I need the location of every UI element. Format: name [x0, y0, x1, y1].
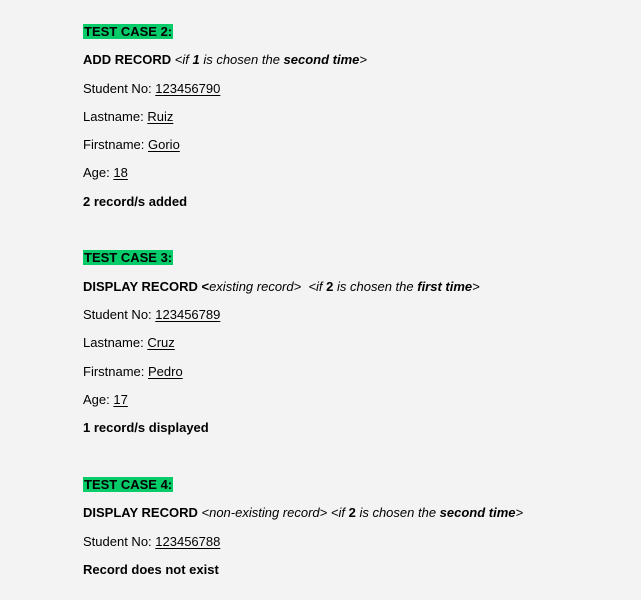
- field-value: Gorio: [148, 137, 180, 152]
- field-label: Lastname:: [83, 109, 148, 124]
- field-value: 123456790: [155, 81, 221, 96]
- result-message: 1 record/s displayed: [83, 420, 209, 435]
- test-case-title: TEST CASE 4:: [83, 477, 174, 492]
- result-message: 2 record/s added: [83, 194, 188, 209]
- condition-prefix: <if: [308, 279, 327, 294]
- field-lastname: Lastname: Cruz: [83, 335, 175, 351]
- field-value: Ruiz: [147, 109, 174, 124]
- field-label: Student No:: [83, 307, 156, 322]
- condition-when: second time: [283, 52, 360, 67]
- field-label: Student No:: [83, 534, 156, 549]
- test-case-4-title: TEST CASE 4:: [83, 477, 174, 493]
- condition-suffix: >: [515, 505, 524, 520]
- test-case-title: TEST CASE 3:: [83, 250, 174, 265]
- condition-suffix: >: [472, 279, 480, 294]
- field-label: Age:: [83, 165, 114, 180]
- field-student-no: Student No: 123456790: [83, 81, 220, 97]
- menu-option-number: 2: [348, 505, 356, 520]
- test-case-3-heading: DISPLAY RECORD <existing record> <if 2 i…: [83, 279, 480, 295]
- field-student-no: Student No: 123456789: [83, 307, 220, 323]
- field-value: 123456788: [155, 534, 221, 549]
- field-firstname: Firstname: Pedro: [83, 364, 183, 380]
- field-label: Firstname:: [83, 137, 149, 152]
- field-firstname: Firstname: Gorio: [83, 137, 180, 153]
- field-age: Age: 17: [83, 392, 128, 408]
- field-value: 123456789: [155, 307, 221, 322]
- record-note: <non-existing record>: [201, 505, 328, 520]
- menu-option-number: 1: [192, 52, 200, 67]
- field-value: 17: [113, 392, 128, 407]
- field-age: Age: 18: [83, 165, 128, 181]
- test-case-3-title: TEST CASE 3:: [83, 250, 174, 266]
- condition-note: <if 2 is chosen the first time>: [308, 279, 479, 294]
- test-case-2-title: TEST CASE 2:: [83, 24, 174, 40]
- condition-middle: is chosen the: [355, 505, 440, 520]
- condition-prefix: <if: [174, 52, 193, 67]
- action-label: DISPLAY RECORD <: [83, 279, 210, 294]
- field-student-no: Student No: 123456788: [83, 534, 220, 550]
- field-value: Cruz: [147, 335, 175, 350]
- test-case-title: TEST CASE 2:: [83, 24, 174, 39]
- record-note: existing record>: [209, 279, 302, 294]
- condition-prefix: <if: [330, 505, 349, 520]
- field-value: Pedro: [148, 364, 183, 379]
- test-case-2-heading: ADD RECORD <if 1 is chosen the second ti…: [83, 52, 367, 68]
- action-label: ADD RECORD: [83, 52, 172, 67]
- action-label: DISPLAY RECORD: [83, 505, 198, 520]
- field-value: 18: [113, 165, 128, 180]
- field-label: Student No:: [83, 81, 156, 96]
- field-label: Firstname:: [83, 364, 149, 379]
- field-label: Age:: [83, 392, 114, 407]
- condition-middle: is chosen the: [199, 52, 284, 67]
- condition-middle: is chosen the: [333, 279, 418, 294]
- condition-note: <if 1 is chosen the second time>: [175, 52, 367, 67]
- field-lastname: Lastname: Ruiz: [83, 109, 173, 125]
- field-label: Lastname:: [83, 335, 148, 350]
- test-case-4-heading: DISPLAY RECORD <non-existing record> <if…: [83, 505, 523, 521]
- condition-when: second time: [439, 505, 516, 520]
- condition-note: <if 2 is chosen the second time>: [331, 505, 523, 520]
- condition-suffix: >: [359, 52, 367, 67]
- condition-when: first time: [417, 279, 473, 294]
- result-message: Record does not exist: [83, 562, 219, 577]
